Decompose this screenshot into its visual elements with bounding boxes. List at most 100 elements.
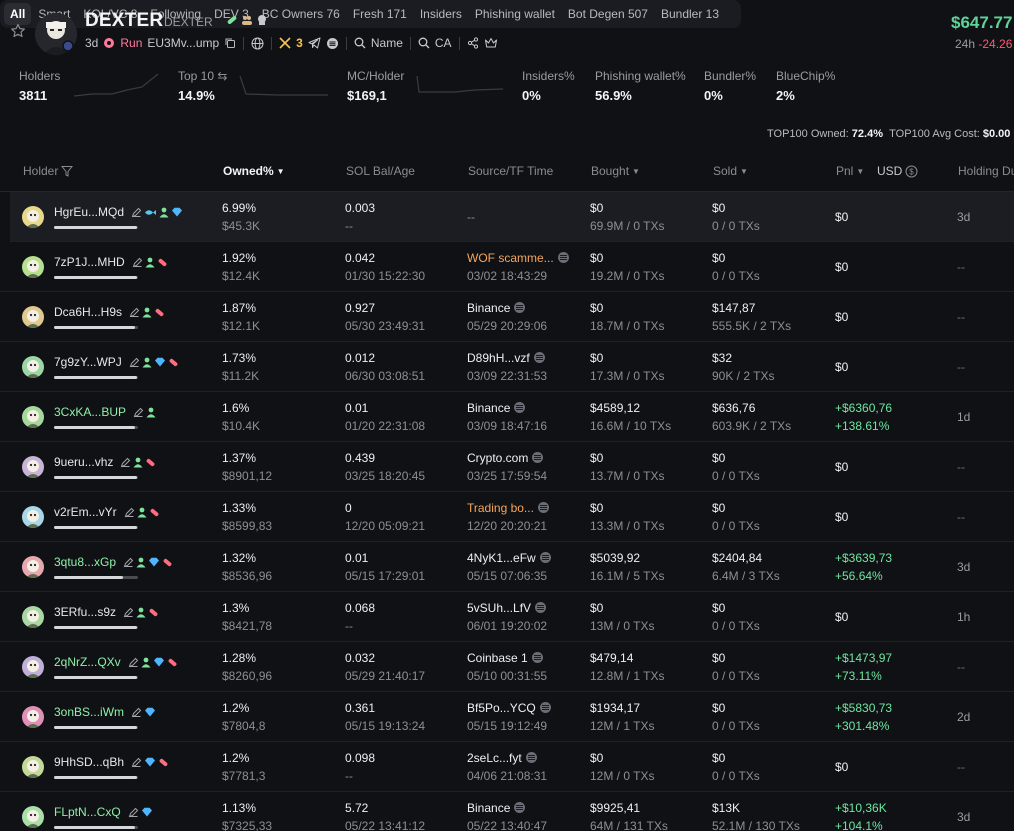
- holder-address[interactable]: 7g9zY...WPJ: [54, 355, 179, 369]
- holder-avatar[interactable]: [22, 756, 44, 778]
- holder-avatar[interactable]: [22, 356, 44, 378]
- edit-icon[interactable]: [131, 207, 142, 218]
- table-row[interactable]: 3ERfu...s9z 1.3% $8421,78 0.068 -- 5vSUh...Lf…: [0, 592, 1014, 642]
- col-holding-duration[interactable]: Holding Du: [958, 164, 1014, 178]
- table-row[interactable]: 3onBS...iWm 1.2% $7804,8 0.361 05/15 19:13:2…: [0, 692, 1014, 742]
- holder-avatar[interactable]: [22, 806, 44, 828]
- holder-address[interactable]: 9HhSD...qBh: [54, 755, 169, 769]
- funding-source[interactable]: Bf5Po...YCQ: [467, 701, 551, 715]
- table-row[interactable]: 7g9zY...WPJ 1.73% $11.2K 0.012 06/30 03:08:5…: [0, 342, 1014, 392]
- col-sold[interactable]: Sold ▼: [713, 164, 748, 178]
- search-icon[interactable]: [418, 37, 430, 49]
- filter-icon[interactable]: [61, 165, 74, 177]
- table-row[interactable]: 3CxKA...BUP 1.6% $10.4K 0.01 01/20 22:31:08 B…: [0, 392, 1014, 442]
- crown-icon[interactable]: [484, 37, 498, 49]
- funding-source[interactable]: 4NyK1...eFw: [467, 551, 551, 565]
- search-name-button[interactable]: Name: [371, 36, 403, 50]
- funding-source[interactable]: WOF scamme...: [467, 251, 569, 265]
- edit-icon[interactable]: [123, 607, 134, 618]
- explorer-icon[interactable]: [531, 652, 543, 663]
- copy-icon[interactable]: [224, 37, 236, 49]
- contract-address[interactable]: EU3Mv...ump: [147, 36, 219, 50]
- edit-icon[interactable]: [133, 407, 144, 418]
- holder-avatar[interactable]: [22, 556, 44, 578]
- funding-source[interactable]: 5vSUh...LfV: [467, 601, 547, 615]
- holder-avatar[interactable]: [22, 456, 44, 478]
- edit-icon[interactable]: [129, 307, 140, 318]
- holder-avatar[interactable]: [22, 706, 44, 728]
- holder-address[interactable]: 2qNrZ...QXv: [54, 655, 178, 669]
- telegram-icon[interactable]: [308, 37, 321, 49]
- funding-source[interactable]: Crypto.com: [467, 451, 544, 465]
- funding-source[interactable]: D89hH...vzf: [467, 351, 545, 365]
- edit-icon[interactable]: [128, 807, 139, 818]
- holder-address[interactable]: 3onBS...iWm: [54, 705, 156, 719]
- usd-toggle[interactable]: USD: [877, 164, 902, 178]
- holder-avatar[interactable]: [22, 606, 44, 628]
- holder-address[interactable]: v2rEm...vYr: [54, 505, 160, 519]
- col-sol-bal-age[interactable]: SOL Bal/Age: [346, 164, 415, 178]
- edit-icon[interactable]: [120, 457, 131, 468]
- explorer-icon[interactable]: [539, 552, 551, 563]
- token-avatar[interactable]: [35, 13, 77, 55]
- edit-icon[interactable]: [129, 357, 140, 368]
- holder-address[interactable]: HgrEu...MQd: [54, 205, 183, 219]
- table-row[interactable]: 7zP1J...MHD 1.92% $12.4K 0.042 01/30 15:22:3…: [0, 242, 1014, 292]
- search-ca-button[interactable]: CA: [435, 36, 452, 50]
- funding-source[interactable]: 2seLc...fyt: [467, 751, 537, 765]
- funding-source[interactable]: Coinbase 1: [467, 651, 543, 665]
- holder-address[interactable]: 7zP1J...MHD: [54, 255, 168, 269]
- explorer-icon[interactable]: [533, 352, 545, 363]
- globe-icon[interactable]: [251, 37, 264, 50]
- search-icon[interactable]: [354, 37, 366, 49]
- x-twitter-icon[interactable]: [279, 37, 291, 49]
- table-row[interactable]: Dca6H...H9s 1.87% $12.1K 0.927 05/30 23:49:3…: [0, 292, 1014, 342]
- table-row[interactable]: HgrEu...MQd 6.99% $45.3K 0.003 -- -- $0 69.9M /…: [10, 192, 1014, 242]
- explorer-icon[interactable]: [537, 502, 549, 513]
- table-row[interactable]: 9HhSD...qBh 1.2% $7781,3 0.098 -- 2seLc...fyt…: [0, 742, 1014, 792]
- col-holder[interactable]: Holder: [23, 164, 74, 178]
- holder-address[interactable]: 3ERfu...s9z: [54, 605, 159, 619]
- favorite-star-icon[interactable]: [10, 23, 26, 39]
- edit-icon[interactable]: [124, 507, 135, 518]
- edit-icon[interactable]: [128, 657, 139, 668]
- explorer-icon[interactable]: [535, 602, 547, 613]
- explorer-icon[interactable]: [532, 452, 544, 463]
- funding-source[interactable]: Binance: [467, 801, 526, 815]
- holder-address[interactable]: Dca6H...H9s: [54, 305, 165, 319]
- table-row[interactable]: 2qNrZ...QXv 1.28% $8260,96 0.032 05/29 21:40…: [0, 642, 1014, 692]
- holder-address[interactable]: FLptN...CxQ: [54, 805, 153, 819]
- holder-avatar[interactable]: [22, 256, 44, 278]
- holder-avatar[interactable]: [22, 656, 44, 678]
- col-bought[interactable]: Bought ▼: [591, 164, 640, 178]
- table-row[interactable]: FLptN...CxQ 1.13% $7325,33 5.72 05/22 13:41:…: [0, 792, 1014, 831]
- holder-address[interactable]: 9ueru...vhz: [54, 455, 156, 469]
- currency-toggle-icon[interactable]: $: [905, 165, 918, 178]
- explorer-icon[interactable]: [557, 252, 569, 263]
- edit-icon[interactable]: [131, 757, 142, 768]
- holder-avatar[interactable]: [22, 406, 44, 428]
- table-row[interactable]: v2rEm...vYr 1.33% $8599,83 0 12/20 05:09:21 T…: [0, 492, 1014, 542]
- holder-address[interactable]: 3CxKA...BUP: [54, 405, 156, 419]
- funding-source[interactable]: Binance: [467, 301, 526, 315]
- explorer-icon[interactable]: [514, 402, 526, 413]
- table-row[interactable]: 9ueru...vhz 1.37% $8901,12 0.439 03/25 18:20…: [0, 442, 1014, 492]
- table-row[interactable]: 3qtu8...xGp 1.32% $8536,96 0.01 05/15 17:29:…: [0, 542, 1014, 592]
- explorer-icon[interactable]: [539, 702, 551, 713]
- funding-source[interactable]: Trading bo...: [467, 501, 549, 515]
- pump-icon[interactable]: [326, 37, 339, 50]
- holder-avatar[interactable]: [22, 506, 44, 528]
- explorer-icon[interactable]: [525, 752, 537, 763]
- funding-source[interactable]: Binance: [467, 401, 526, 415]
- share-icon[interactable]: [467, 37, 479, 49]
- holder-avatar[interactable]: [22, 206, 44, 228]
- col-source[interactable]: Source/TF Time: [468, 164, 553, 178]
- edit-icon[interactable]: [132, 257, 143, 268]
- edit-icon[interactable]: [123, 557, 134, 568]
- funding-source[interactable]: --: [467, 210, 475, 224]
- explorer-icon[interactable]: [514, 802, 526, 813]
- holder-address[interactable]: 3qtu8...xGp: [54, 555, 173, 569]
- edit-icon[interactable]: [131, 707, 142, 718]
- col-owned[interactable]: Owned% ▼: [223, 164, 285, 178]
- holder-avatar[interactable]: [22, 306, 44, 328]
